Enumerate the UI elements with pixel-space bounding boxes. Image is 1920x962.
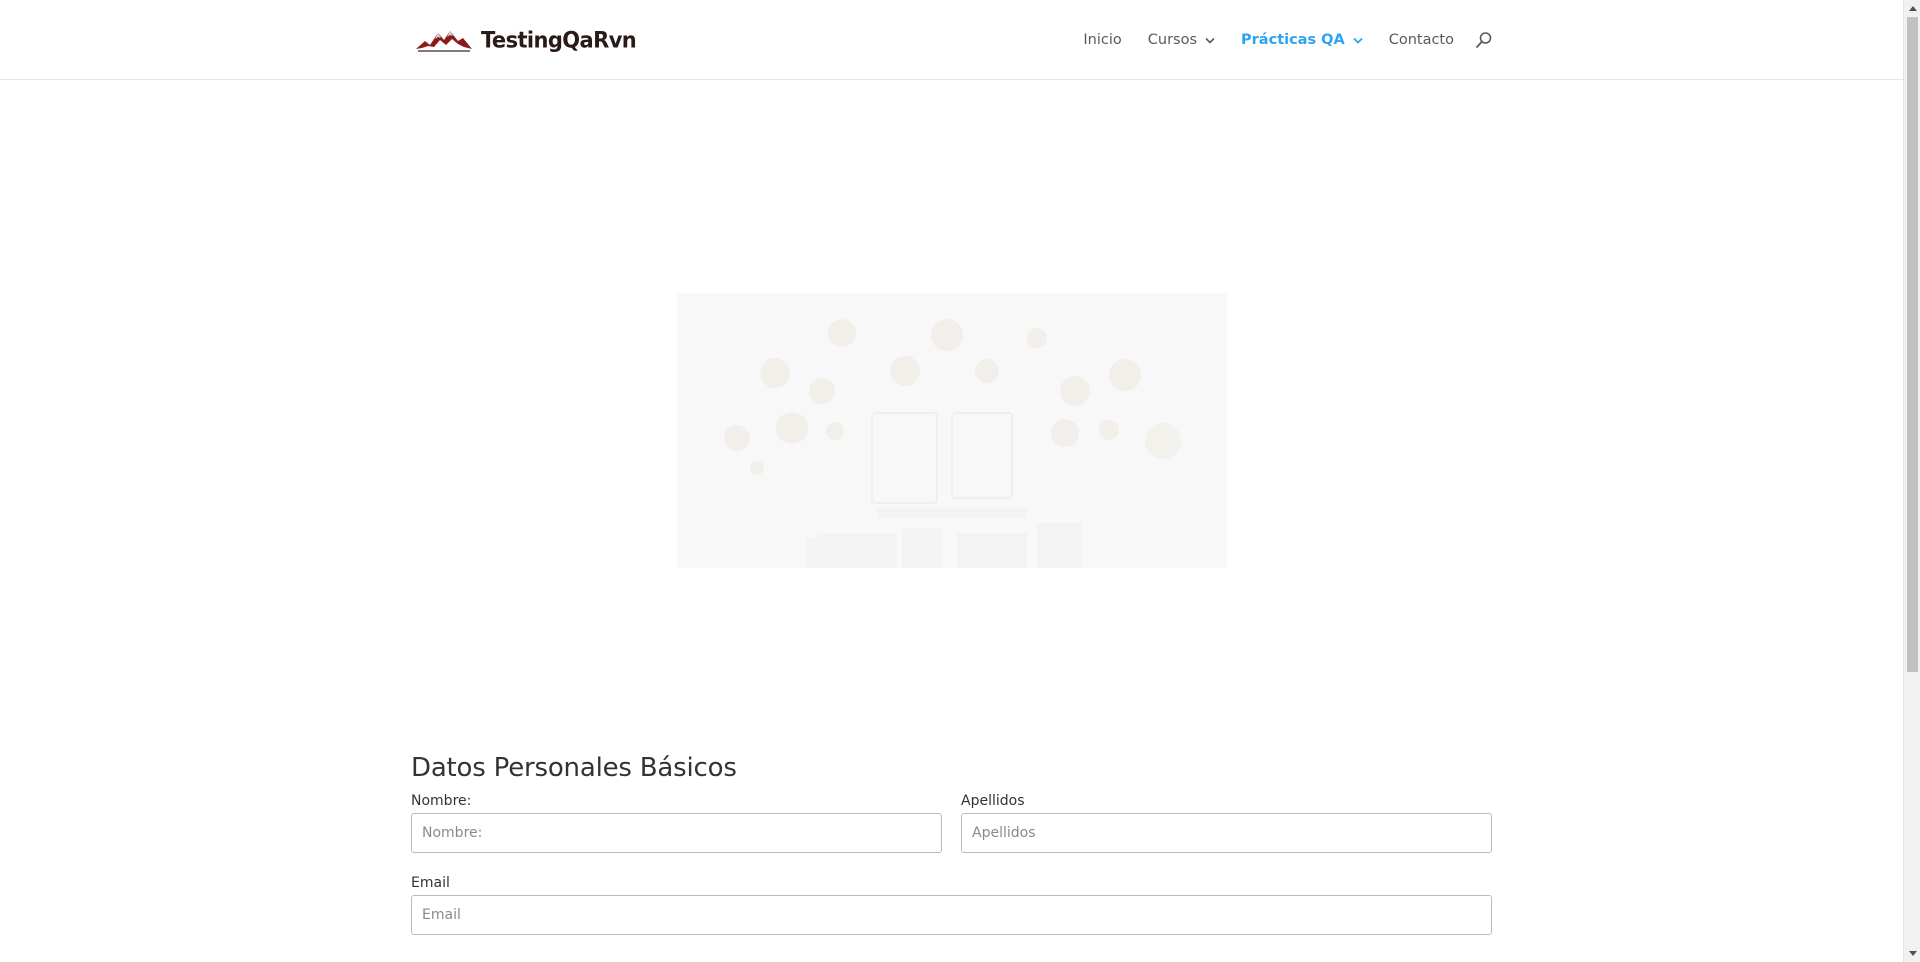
- apellidos-label: Apellidos: [961, 793, 1025, 809]
- mountain-icon: [416, 31, 472, 52]
- apellidos-input[interactable]: [961, 813, 1492, 853]
- form-row: Nombre: Apellidos: [411, 790, 1492, 853]
- apellidos-field-group: Apellidos: [961, 790, 1492, 853]
- chevron-down-icon: [1353, 37, 1363, 44]
- form-title: Datos Personales Básicos: [411, 753, 737, 783]
- logo-text: TestingQaRvn: [481, 27, 637, 53]
- scrollbar-thumb[interactable]: [1907, 17, 1918, 672]
- form-row: Email: [411, 872, 1492, 935]
- vertical-scrollbar[interactable]: [1903, 0, 1920, 962]
- personal-data-form: Datos Personales Básicos Nombre: Apellid…: [411, 748, 1492, 935]
- nav-item-contacto[interactable]: Contacto: [1389, 32, 1454, 48]
- nav-label: Inicio: [1083, 32, 1122, 48]
- email-field-group: Email: [411, 872, 1492, 935]
- browser-viewport: TestingQaRvn Inicio Cursos Prácticas QA: [0, 0, 1920, 962]
- nav-item-practicas-qa[interactable]: Prácticas QA: [1241, 32, 1363, 48]
- scroll-up-button[interactable]: [1904, 0, 1920, 17]
- email-input[interactable]: [411, 895, 1492, 935]
- nombre-input[interactable]: [411, 813, 942, 853]
- hero-illustration: [677, 293, 1227, 568]
- chevron-down-icon: [1205, 37, 1215, 44]
- page: TestingQaRvn Inicio Cursos Prácticas QA: [0, 0, 1903, 962]
- nav-label: Contacto: [1388, 32, 1454, 48]
- nav-label: Prácticas QA: [1241, 32, 1345, 48]
- nav-label: Cursos: [1147, 32, 1198, 48]
- nav-item-cursos[interactable]: Cursos: [1148, 32, 1215, 48]
- site-header: TestingQaRvn Inicio Cursos Prácticas QA: [0, 0, 1903, 80]
- site-logo[interactable]: TestingQaRvn: [416, 24, 637, 56]
- nombre-label: Nombre:: [411, 793, 472, 809]
- hero-image: [677, 293, 1227, 568]
- search-icon: [1476, 32, 1492, 48]
- email-label: Email: [411, 875, 450, 891]
- main-nav: Inicio Cursos Prácticas QA Contacto: [1057, 0, 1493, 80]
- nav-item-inicio[interactable]: Inicio: [1083, 32, 1121, 48]
- arrow-down-icon: [1908, 951, 1917, 956]
- nombre-field-group: Nombre:: [411, 790, 942, 853]
- scroll-down-button[interactable]: [1904, 945, 1920, 962]
- search-button[interactable]: [1475, 31, 1493, 49]
- arrow-up-icon: [1908, 6, 1917, 11]
